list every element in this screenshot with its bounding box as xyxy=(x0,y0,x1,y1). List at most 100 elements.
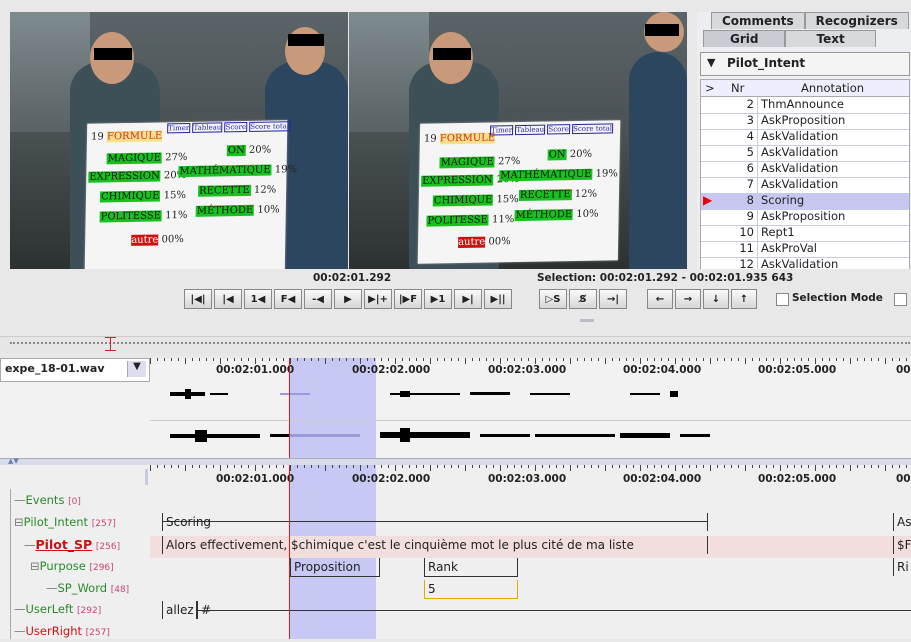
ruler-tick xyxy=(521,465,522,468)
grid-row[interactable]: 2 ThmAnnounce xyxy=(701,97,909,114)
tier-label-sp_word[interactable]: —SP_Word [48] xyxy=(46,581,129,599)
ruler-tick xyxy=(780,465,781,471)
tab-text[interactable]: Text xyxy=(785,30,876,47)
grid-col-nr[interactable]: Nr xyxy=(731,81,744,95)
ruler-tick xyxy=(836,358,837,361)
ruler-tick xyxy=(283,358,284,361)
ruler-tick xyxy=(577,465,578,468)
tier-label-userleft[interactable]: —UserLeft [292] xyxy=(14,602,101,620)
ruler-tick xyxy=(682,358,683,361)
ruler-tick xyxy=(864,465,865,468)
media-button-2[interactable]: 1◀ xyxy=(244,289,272,309)
annotation-purpose-rank[interactable]: Rank xyxy=(424,558,518,577)
media-button-8[interactable]: ▶1 xyxy=(424,289,452,309)
grid-row[interactable]: 10 Rept1 xyxy=(701,225,909,242)
ruler-tick xyxy=(563,358,564,361)
tier-label-userright[interactable]: —UserRight [257] xyxy=(14,624,110,642)
overview-ruler[interactable] xyxy=(0,336,911,353)
grid-cell-annotation: AskProposition xyxy=(761,113,846,127)
current-row-marker-icon: ▶ xyxy=(703,193,713,207)
grid-row[interactable]: 6 AskValidation xyxy=(701,161,909,178)
media-button-9[interactable]: ▶| xyxy=(454,289,482,309)
media-button-6[interactable]: ▶|+ xyxy=(364,289,392,309)
arrow-button-3[interactable]: ↑ xyxy=(731,289,757,309)
chevron-down-icon[interactable]: ▼ xyxy=(127,361,146,377)
annotation-pilot-intent[interactable]: Scoring xyxy=(162,513,708,531)
grid-row[interactable]: 11 AskProVal xyxy=(701,241,909,258)
tier-label-purpose[interactable]: ⊟Purpose [296] xyxy=(30,559,114,577)
selection-mode-checkbox[interactable] xyxy=(776,293,789,306)
ruler-tick xyxy=(563,465,564,468)
ruler-tick xyxy=(248,465,249,468)
ruler-tick xyxy=(710,465,711,471)
timeline-viewer[interactable]: 00:02:01.000 00:02:02.000 00:02:03.000 00:0… xyxy=(0,465,911,639)
ruler-tick xyxy=(311,465,312,468)
media-button-10[interactable]: ▶|| xyxy=(484,289,512,309)
arrow-button-2[interactable]: ↓ xyxy=(703,289,729,309)
waveform-viewer[interactable]: 00:02:01.000 00:02:02.000 00:02:03.000 00:0… xyxy=(0,358,911,458)
grid-cell-nr: 9 xyxy=(719,209,758,225)
ruler-tick xyxy=(591,465,592,468)
arrow-button-0[interactable]: ← xyxy=(647,289,673,309)
ruler-tick xyxy=(647,358,648,361)
annotation-pilot-intent-next[interactable]: As xyxy=(893,513,911,531)
ruler-tick xyxy=(612,358,613,361)
selection-button-0[interactable]: ▷S xyxy=(539,289,567,309)
media-button-7[interactable]: |▶F xyxy=(394,289,422,309)
annotation-pilot-sp-next[interactable]: $F xyxy=(893,536,911,554)
tier-selector[interactable]: ▼ Pilot_Intent xyxy=(700,52,910,76)
splitter-handle[interactable] xyxy=(580,319,594,322)
annotation-purpose-proposition[interactable]: Proposition xyxy=(290,558,380,577)
tier-label-pilot_sp[interactable]: —Pilot_SP [256] xyxy=(24,537,120,555)
selection-button-1[interactable]: S̸ xyxy=(569,289,597,309)
grid-row[interactable]: 8 Scoring ▶ xyxy=(701,193,909,210)
grid-row[interactable]: 9 AskProposition xyxy=(701,209,909,226)
tab-comments[interactable]: Comments xyxy=(711,12,805,29)
current-time: 00:02:01.292 xyxy=(313,272,392,284)
ruler-tick xyxy=(843,465,844,468)
ruler-tick xyxy=(724,358,725,361)
grid-cell-annotation: Scoring xyxy=(761,193,805,207)
grid-cell-annotation: AskValidation xyxy=(761,177,839,191)
grid-row[interactable]: 7 AskValidation xyxy=(701,177,909,194)
ruler-tick xyxy=(297,358,298,361)
ruler-tick xyxy=(213,358,214,361)
tier-scrollbar[interactable] xyxy=(145,469,148,485)
arrow-button-1[interactable]: → xyxy=(675,289,701,309)
tier-label-pilot_intent[interactable]: ⊟Pilot_Intent [257] xyxy=(14,515,116,533)
ruler-tick xyxy=(451,465,452,468)
ruler-tick xyxy=(290,465,291,471)
ruler-tick xyxy=(346,465,347,468)
viewer-divider[interactable]: ▲▼ xyxy=(0,457,911,465)
grid-row[interactable]: 3 AskProposition xyxy=(701,113,909,130)
ruler-tick xyxy=(374,358,375,361)
ruler-tick xyxy=(241,358,242,361)
timeline-crosshair[interactable] xyxy=(289,465,290,639)
grid-row[interactable]: 5 AskValidation xyxy=(701,145,909,162)
ruler-tick xyxy=(689,358,690,361)
selection-button-2[interactable]: →| xyxy=(599,289,627,309)
media-button-1[interactable]: |◀ xyxy=(214,289,242,309)
annotation-purpose-next[interactable]: Ri xyxy=(893,558,911,576)
media-button-0[interactable]: |◀| xyxy=(184,289,212,309)
ruler-tick xyxy=(801,358,802,361)
loop-checkbox[interactable] xyxy=(894,293,907,306)
ruler-tick xyxy=(199,465,200,468)
ruler-tick xyxy=(843,358,844,361)
ruler-time-label: 00:02:03.000 xyxy=(488,473,567,485)
annotation-sp-word[interactable]: 5 xyxy=(424,580,518,599)
tab-recognizers[interactable]: Recognizers xyxy=(804,12,909,29)
media-button-5[interactable]: ▶ xyxy=(334,289,362,309)
ruler-tick xyxy=(465,465,466,471)
tier-label-events[interactable]: —Events [0] xyxy=(14,493,81,511)
audio-file-select[interactable]: expe_18-01.wav ▼ xyxy=(0,358,150,382)
tab-grid[interactable]: Grid xyxy=(703,30,786,47)
media-button-3[interactable]: F◀ xyxy=(274,289,302,309)
annotation-userleft-allez[interactable]: allez xyxy=(162,601,197,619)
media-button-4[interactable]: -◀ xyxy=(304,289,332,309)
overview-crosshair[interactable] xyxy=(110,337,111,351)
grid-row[interactable]: 4 AskValidation xyxy=(701,129,909,146)
ruler-tick xyxy=(773,358,774,361)
annotation-pilot-sp[interactable]: Alors effectivement, $chimique c'est le … xyxy=(162,536,708,554)
grid-col-annotation[interactable]: Annotation xyxy=(801,81,864,95)
